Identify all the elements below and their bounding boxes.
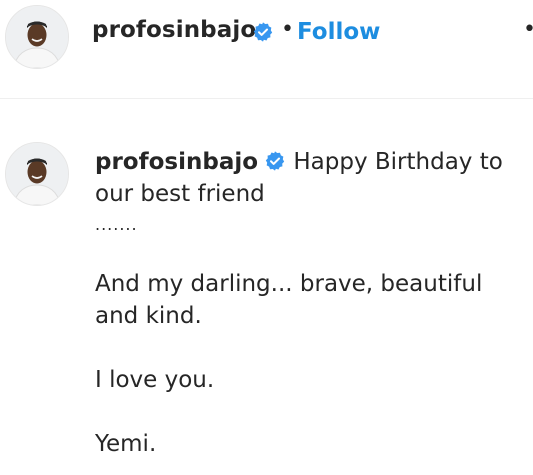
post-header: profosinbajo • Follow • [0,0,533,99]
caption-first-paragraph: profosinbajo Happy Birthday to our best … [95,146,531,210]
caption-text: profosinbajo Happy Birthday to our best … [95,146,531,460]
caption-avatar[interactable] [5,142,69,206]
caption-line-4: Yemi. [95,431,157,457]
follow-button[interactable]: Follow [297,19,380,45]
avatar-image [6,143,68,205]
separator-dot: • [281,17,294,42]
profile-avatar[interactable] [5,5,69,69]
caption-username[interactable]: profosinbajo [95,149,258,175]
header-username[interactable]: profosinbajo [92,17,256,43]
avatar-image [6,6,68,68]
verified-badge-icon [265,151,285,171]
caption-line-3: I love you. [95,367,215,393]
caption-dots: ....... [95,215,138,234]
verified-badge-icon [246,21,274,44]
more-options-icon[interactable]: • [523,17,533,42]
caption-line-2: And my darling... brave, beautiful and k… [95,271,483,329]
